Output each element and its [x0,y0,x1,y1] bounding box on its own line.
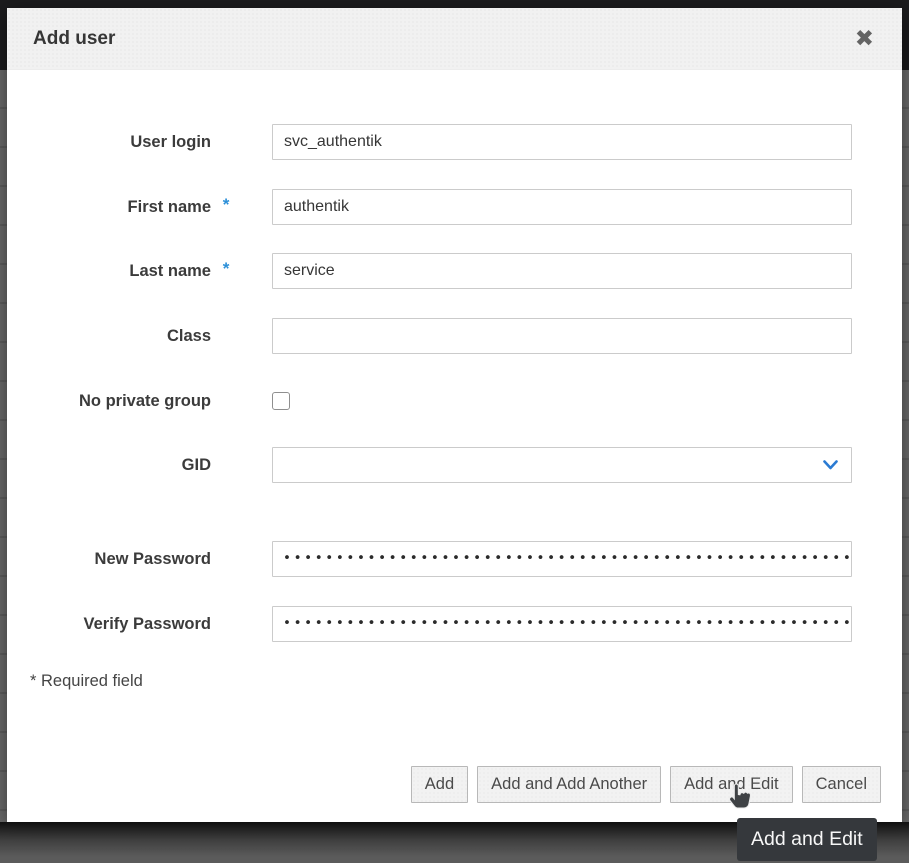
dialog-title: Add user [33,28,115,50]
dialog-header: Add user ✖ [7,8,902,70]
new-password-row: New Password •••••••••••••••••••••••••••… [7,541,902,577]
verify-password-input[interactable]: ••••••••••••••••••••••••••••••••••••••••… [272,606,852,642]
chevron-down-icon [823,460,838,470]
cancel-button[interactable]: Cancel [802,766,881,803]
user-login-row: User login [7,124,902,160]
new-password-input[interactable]: ••••••••••••••••••••••••••••••••••••••••… [272,541,852,577]
dialog-body: User login First name * Last name * Clas… [7,70,902,822]
required-field-note: * Required field [30,672,143,691]
class-label: Class [7,327,211,346]
gid-select[interactable] [272,447,852,483]
add-user-dialog: Add user ✖ User login First name * Last … [7,8,902,822]
add-and-edit-button[interactable]: Add and Edit [670,766,793,803]
last-name-label: Last name [7,262,211,281]
no-private-group-label: No private group [7,392,211,411]
gid-row: GID [7,447,902,483]
first-name-input[interactable] [272,189,852,225]
new-password-label: New Password [7,550,211,569]
dialog-footer: Add Add and Add Another Add and Edit Can… [411,766,881,803]
user-login-input[interactable] [272,124,852,160]
close-icon[interactable]: ✖ [851,25,878,52]
no-private-group-row: No private group [7,383,902,419]
user-login-label: User login [7,133,211,152]
no-private-group-checkbox[interactable] [272,392,290,410]
class-input[interactable] [272,318,852,354]
last-name-input[interactable] [272,253,852,289]
required-asterisk: * [211,195,241,215]
verify-password-label: Verify Password [7,615,211,634]
verify-password-row: Verify Password ••••••••••••••••••••••••… [7,606,902,642]
first-name-row: First name * [7,189,902,225]
add-and-add-another-button[interactable]: Add and Add Another [477,766,661,803]
add-button[interactable]: Add [411,766,468,803]
first-name-label: First name [7,198,211,217]
last-name-row: Last name * [7,253,902,289]
add-and-edit-tooltip: Add and Edit [737,818,877,861]
gid-label: GID [7,456,211,475]
required-asterisk: * [211,259,241,279]
class-row: Class [7,318,902,354]
